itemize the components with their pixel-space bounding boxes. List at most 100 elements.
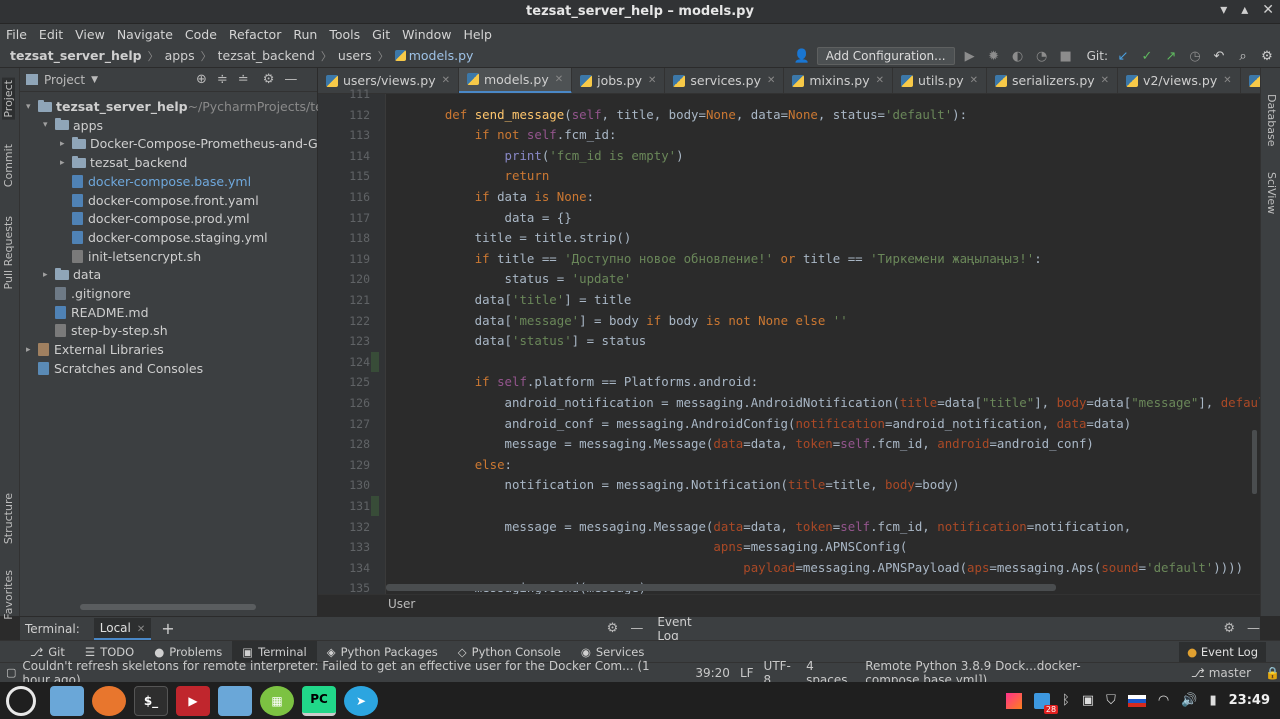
user-icon[interactable]: 👤 (793, 49, 811, 64)
terminal-app-icon[interactable]: $_ (134, 685, 168, 716)
tree-item[interactable]: ▸ Docker-Compose-Prometheus-and-Grafana (60, 134, 358, 153)
tree-item[interactable]: README.md (43, 303, 149, 322)
sciview-tool-button[interactable]: SciView (1265, 172, 1278, 214)
editor-tab[interactable]: serializers.py ✕ (987, 68, 1119, 93)
menu-help[interactable]: Help (457, 27, 498, 42)
horizontal-scrollbar[interactable] (80, 604, 256, 610)
close-icon[interactable]: ✕ (767, 75, 775, 86)
tree-item[interactable]: docker-compose.staging.yml (60, 228, 268, 247)
start-menu-icon[interactable] (6, 685, 36, 716)
gear-icon[interactable]: ⚙ (1223, 621, 1235, 636)
settings-icon[interactable]: ⚙ (1258, 49, 1276, 64)
tree-item[interactable]: ▾ tezsat_server_help ~/PycharmProjects/tez… (26, 97, 348, 116)
collapse-all-icon[interactable]: ≐ (238, 72, 249, 87)
change-marker[interactable] (371, 351, 379, 372)
battery-icon[interactable]: ▮ (1209, 693, 1216, 708)
volume-icon[interactable]: 🔊 (1181, 693, 1197, 708)
pull-requests-tool-button[interactable]: Pull Requests (2, 216, 15, 289)
run-icon[interactable]: ▶ (961, 49, 979, 64)
stop-icon[interactable]: ■ (1057, 49, 1075, 64)
calculator-icon[interactable]: ▦ (260, 685, 294, 716)
structure-tool-button[interactable]: Structure (2, 493, 15, 544)
close-button[interactable]: ✕ (1262, 2, 1274, 18)
shield-icon[interactable]: ⛉ (1106, 693, 1116, 708)
tree-item[interactable]: docker-compose.base.yml (60, 172, 251, 191)
coverage-icon[interactable]: ◐ (1009, 49, 1027, 64)
menu-navigate[interactable]: Navigate (111, 27, 179, 42)
telegram-icon[interactable]: ➤ (344, 685, 378, 716)
editor-tab[interactable]: jobs.py ✕ (572, 68, 666, 93)
hide-icon[interactable]: — (630, 621, 643, 636)
tree-item[interactable]: docker-compose.prod.yml (60, 209, 250, 228)
commit-tool-button[interactable]: Commit (2, 144, 15, 187)
line-separator[interactable]: LF (740, 666, 754, 680)
editor-tab[interactable]: utils.py ✕ (893, 68, 988, 93)
breadcrumb-apps[interactable]: apps (159, 48, 195, 63)
expand-arrow-icon[interactable]: ▸ (60, 158, 72, 168)
tree-item[interactable]: Scratches and Consoles (26, 359, 203, 378)
profile-icon[interactable]: ◔ (1033, 49, 1051, 64)
new-terminal-icon[interactable]: + (161, 619, 174, 638)
editor-tab[interactable]: docker-c (1241, 68, 1260, 93)
close-icon[interactable]: ✕ (137, 624, 145, 635)
git-commit-icon[interactable]: ✓ (1138, 49, 1156, 64)
files-app-icon[interactable] (50, 685, 84, 716)
close-icon[interactable]: ✕ (648, 75, 656, 86)
menu-window[interactable]: Window (396, 27, 457, 42)
favorites-tool-button[interactable]: Favorites (2, 570, 15, 620)
tree-item[interactable]: docker-compose.front.yaml (60, 191, 259, 210)
expand-arrow-icon[interactable]: ▾ (43, 120, 55, 130)
remmina-icon[interactable]: ▶ (176, 685, 210, 716)
locate-icon[interactable]: ⊕ (196, 72, 207, 87)
screenshot-icon[interactable]: 28 (1034, 692, 1059, 714)
editor-tab[interactable]: services.py ✕ (665, 68, 785, 93)
close-icon[interactable]: ✕ (1223, 75, 1231, 86)
lock-icon[interactable]: 🔒 (1265, 666, 1280, 680)
editor-tab[interactable]: models.py ✕ (458, 68, 573, 93)
minimize-button[interactable]: ▾ (1220, 2, 1227, 18)
tree-item[interactable]: ▸ tezsat_backend (60, 153, 187, 172)
tree-item[interactable]: ▾ apps (43, 116, 103, 135)
menu-tools[interactable]: Tools (323, 27, 366, 42)
debug-icon[interactable]: ✹ (985, 49, 1003, 64)
close-icon[interactable]: ✕ (1101, 75, 1109, 86)
rollback-icon[interactable]: ↶ (1210, 49, 1228, 64)
database-tool-button[interactable]: Database (1265, 94, 1278, 147)
gear-icon[interactable]: ⚙ (607, 621, 619, 636)
menu-edit[interactable]: Edit (33, 27, 69, 42)
close-icon[interactable]: ✕ (555, 74, 563, 85)
wifi-icon[interactable]: ◠ (1158, 693, 1169, 708)
breadcrumb-models[interactable]: models.py (409, 48, 474, 63)
tree-item[interactable]: ▸ data (43, 265, 101, 284)
bluetooth-icon[interactable]: ᛒ (1062, 693, 1070, 708)
terminal-local-tab[interactable]: Local ✕ (93, 617, 152, 640)
caret-position[interactable]: 39:20 (695, 666, 730, 680)
class-crumb[interactable]: User (388, 597, 415, 611)
menu-view[interactable]: View (69, 27, 111, 42)
tree-item[interactable]: step-by-step.sh (43, 321, 168, 340)
expand-arrow-icon[interactable]: ▸ (43, 270, 55, 280)
project-view-selector[interactable]: Project (44, 73, 85, 87)
keyboard-layout-flag-icon[interactable] (1127, 694, 1146, 707)
event-log-tab[interactable]: ● Event Log (1179, 641, 1266, 662)
tree-item[interactable]: .gitignore (43, 284, 131, 303)
tree-item[interactable]: ▸ External Libraries (26, 340, 164, 359)
project-tool-button[interactable]: Project (2, 78, 15, 120)
breadcrumb-project[interactable]: tezsat_server_help (0, 48, 142, 63)
change-marker[interactable] (371, 496, 379, 516)
restore-button[interactable]: ▴ (1241, 2, 1248, 18)
expand-all-icon[interactable]: ≑ (217, 72, 228, 87)
editor-horizontal-scrollbar[interactable] (386, 584, 1056, 591)
hide-icon[interactable]: — (284, 72, 297, 87)
pycharm-icon[interactable]: PC (302, 685, 336, 716)
expand-arrow-icon[interactable]: ▸ (60, 139, 72, 149)
clock[interactable]: 23:49 (1229, 693, 1270, 708)
add-configuration-button[interactable]: Add Configuration... (816, 47, 955, 65)
close-icon[interactable]: ✕ (970, 75, 978, 86)
git-update-icon[interactable]: ↙ (1114, 49, 1132, 64)
editor-tab[interactable]: mixins.py ✕ (784, 68, 894, 93)
editor-tab[interactable]: v2/views.py ✕ (1118, 68, 1241, 93)
gear-icon[interactable]: ⚙ (263, 72, 275, 87)
search-icon[interactable]: ⌕ (1234, 49, 1252, 64)
expand-arrow-icon[interactable]: ▾ (26, 102, 38, 112)
